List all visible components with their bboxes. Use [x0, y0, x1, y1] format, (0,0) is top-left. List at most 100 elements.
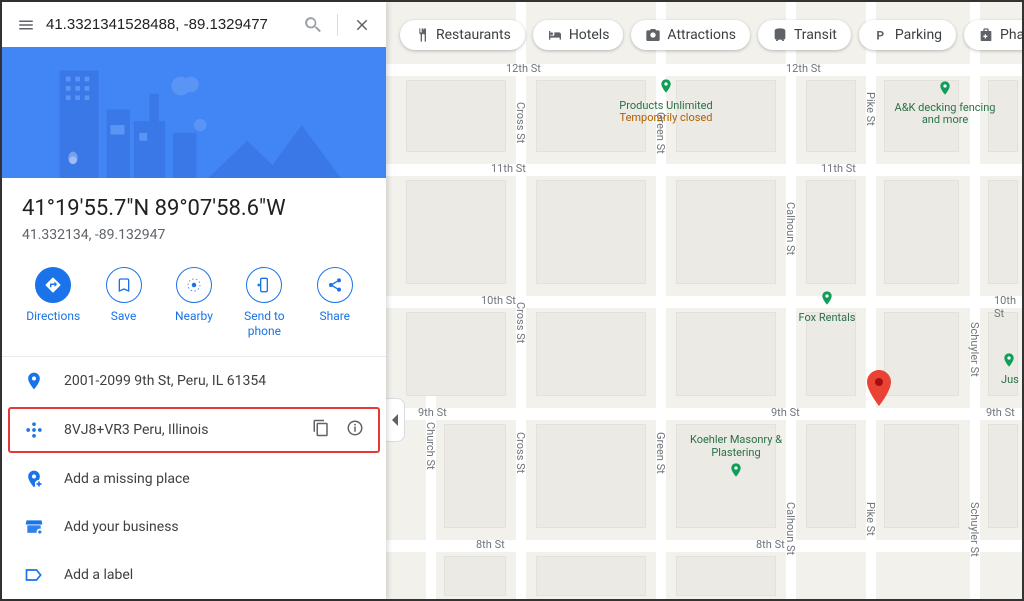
transit-icon [772, 27, 788, 43]
hotel-icon [547, 27, 563, 43]
add-business-row[interactable]: Add your business [2, 503, 386, 551]
add-label-row[interactable]: Add a label [2, 551, 386, 599]
search-bar [2, 2, 386, 47]
info-list: 2001-2099 9th St, Peru, IL 61354 8VJ8+VR… [2, 357, 386, 599]
chip-restaurants[interactable]: Restaurants [400, 20, 525, 50]
share-button[interactable]: Share [303, 267, 367, 338]
store-icon [24, 517, 44, 537]
hamburger-icon [17, 16, 35, 34]
chip-transit[interactable]: Transit [758, 20, 851, 50]
street-label: Church St [424, 422, 437, 470]
street-label: Green St [654, 432, 667, 474]
send-label: Send to phone [232, 309, 296, 338]
poi-pin-icon [728, 462, 744, 478]
chip-label: Parking [895, 27, 942, 43]
street-label: Schuyler St [968, 502, 981, 557]
street-label: 12th St [506, 62, 541, 75]
add-label-text: Add a label [64, 567, 366, 583]
nearby-button[interactable]: Nearby [162, 267, 226, 338]
poi-pin-icon [1001, 352, 1017, 368]
poi-name: Jus [1001, 374, 1022, 387]
info-button[interactable] [346, 419, 364, 441]
search-input[interactable] [44, 12, 295, 37]
add-place-icon [24, 469, 44, 489]
street-label: 11th St [821, 162, 856, 175]
chip-label: Pharmacies [1000, 27, 1022, 43]
add-business-text: Add your business [64, 519, 366, 535]
nearby-icon [185, 276, 203, 294]
save-button[interactable]: Save [92, 267, 156, 338]
plus-code-text: 8VJ8+VR3 Peru, Illinois [64, 422, 294, 438]
dropped-pin-icon[interactable] [866, 370, 892, 406]
street-label: Cross St [514, 432, 527, 473]
poi[interactable]: A&K decking fencing and more [890, 80, 1000, 127]
add-missing-text: Add a missing place [64, 471, 366, 487]
plus-code-row[interactable]: 8VJ8+VR3 Peru, Illinois [8, 407, 380, 453]
chip-pharmacies[interactable]: Pharmacies [964, 20, 1022, 50]
skyline-illustration [2, 47, 386, 178]
street-label: 9th St [986, 406, 1015, 419]
bookmark-icon [116, 277, 132, 293]
street-label: Pike St [864, 502, 877, 536]
poi[interactable]: Fox Rentals [782, 290, 872, 324]
chip-parking[interactable]: P Parking [859, 20, 956, 50]
street-label: Calhoun St [784, 202, 797, 255]
street-label: 12th St [786, 62, 821, 75]
place-subtitle: 41.332134, -89.132947 [22, 227, 366, 243]
street-label: Calhoun St [784, 502, 797, 555]
street-label: 9th St [771, 406, 800, 419]
label-icon [24, 565, 44, 585]
pharmacy-icon [978, 27, 994, 43]
chip-label: Restaurants [436, 27, 511, 43]
street-label: Schuyler St [968, 322, 981, 377]
chip-label: Transit [794, 27, 837, 43]
poi-pin-icon [658, 78, 674, 94]
chip-label: Attractions [667, 27, 736, 43]
street-label: Pike St [864, 92, 877, 126]
address-text: 2001-2099 9th St, Peru, IL 61354 [64, 373, 366, 389]
add-missing-row[interactable]: Add a missing place [2, 455, 386, 503]
chip-hotels[interactable]: Hotels [533, 20, 624, 50]
info-icon [346, 419, 364, 437]
chip-label: Hotels [569, 27, 610, 43]
street-label: 11th St [491, 162, 526, 175]
nearby-label: Nearby [175, 309, 213, 323]
search-button[interactable] [301, 13, 325, 37]
street-label: Cross St [514, 102, 527, 143]
copy-button[interactable] [312, 419, 330, 441]
copy-icon [312, 419, 330, 437]
place-header: 41°19'55.7"N 89°07'58.6"W 41.332134, -89… [2, 178, 386, 257]
collapse-panel-button[interactable] [386, 398, 405, 442]
street-label: 8th St [756, 538, 785, 551]
poi-name: A&K decking fencing and more [890, 102, 1000, 127]
plus-code-icon [24, 420, 44, 440]
clear-button[interactable] [350, 13, 374, 37]
address-row[interactable]: 2001-2099 9th St, Peru, IL 61354 [2, 357, 386, 405]
hero-image [2, 47, 386, 178]
poi-pin-icon [819, 290, 835, 306]
directions-icon [44, 276, 62, 294]
poi[interactable]: Jus [1001, 352, 1022, 386]
poi-name: Koehler Masonry & Plastering [676, 434, 796, 459]
street-label: 10th St [994, 294, 1022, 320]
menu-button[interactable] [14, 13, 38, 37]
camera-icon [645, 27, 661, 43]
chevron-left-icon [390, 413, 400, 427]
share-icon [327, 277, 343, 293]
chip-attractions[interactable]: Attractions [631, 20, 750, 50]
directions-button[interactable]: Directions [21, 267, 85, 338]
poi[interactable]: Koehler Masonry & Plastering [676, 434, 796, 484]
svg-text:P: P [876, 29, 884, 43]
pin-icon [24, 371, 44, 391]
side-panel: 41°19'55.7"N 89°07'58.6"W 41.332134, -89… [2, 2, 386, 599]
directions-label: Directions [26, 309, 80, 323]
send-to-phone-button[interactable]: Send to phone [232, 267, 296, 338]
map-canvas[interactable]: 12th St 12th St 11th St 11th St 10th St … [386, 2, 1022, 599]
search-icon [303, 15, 323, 35]
poi[interactable]: Products Unlimited Temporarily closed [606, 78, 726, 125]
poi-sub: Temporarily closed [606, 112, 726, 125]
street-label: Cross St [514, 302, 527, 343]
street-label: 9th St [418, 406, 447, 419]
divider [337, 14, 338, 36]
street-label: 8th St [476, 538, 505, 551]
